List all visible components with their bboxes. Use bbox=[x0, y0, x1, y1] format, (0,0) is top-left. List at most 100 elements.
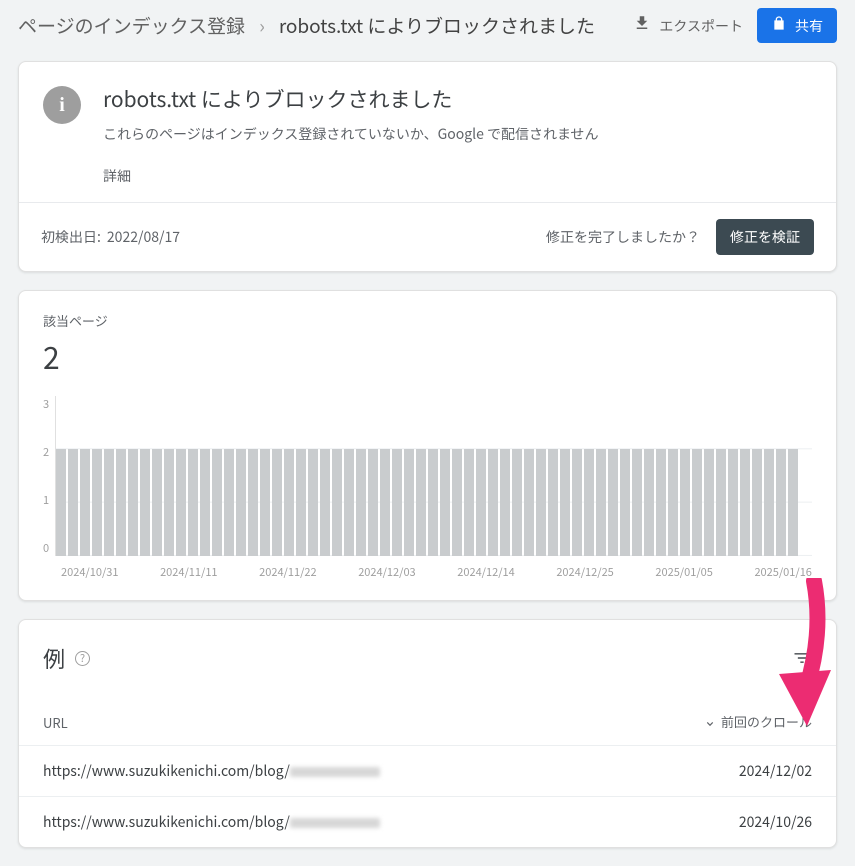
chart-bar bbox=[680, 449, 690, 556]
chart-bar bbox=[716, 449, 726, 556]
x-tick: 2025/01/05 bbox=[655, 564, 712, 580]
status-card: i robots.txt によりブロックされました これらのページはインデックス… bbox=[18, 61, 837, 272]
chart-bar bbox=[536, 449, 546, 556]
chart-bar bbox=[56, 449, 66, 556]
chart-bar bbox=[416, 449, 426, 556]
chart-label: 該当ページ bbox=[43, 311, 812, 330]
chart-bar bbox=[500, 449, 510, 556]
chart-bar bbox=[404, 449, 414, 556]
chart-bar bbox=[272, 449, 282, 556]
chart-bar bbox=[380, 449, 390, 556]
validate-fix-button[interactable]: 修正を検証 bbox=[716, 219, 814, 255]
chart-bar bbox=[668, 449, 678, 556]
chart-bar bbox=[776, 449, 786, 556]
chart-bar bbox=[296, 449, 306, 556]
filter-icon[interactable] bbox=[792, 648, 812, 668]
chart-bar bbox=[656, 449, 666, 556]
chart-bar bbox=[176, 449, 186, 556]
chart-bar bbox=[152, 449, 162, 556]
examples-card: 例 ? URL 前回のクロール https://www.suzukikenich… bbox=[18, 619, 837, 848]
breadcrumb-current: robots.txt によりブロックされました bbox=[279, 12, 595, 39]
y-tick: 3 bbox=[43, 396, 49, 412]
chart-bar bbox=[320, 449, 330, 556]
y-tick: 0 bbox=[43, 540, 49, 556]
row-url: https://www.suzukikenichi.com/blog/ bbox=[43, 812, 662, 832]
chart-bar bbox=[248, 449, 258, 556]
chart-bar bbox=[212, 449, 222, 556]
examples-rows: https://www.suzukikenichi.com/blog/2024/… bbox=[19, 745, 836, 847]
chart-bar bbox=[632, 449, 642, 556]
table-row[interactable]: https://www.suzukikenichi.com/blog/2024/… bbox=[19, 745, 836, 796]
export-button[interactable]: エクスポート bbox=[633, 14, 743, 37]
column-header-last-crawl[interactable]: 前回のクロール bbox=[703, 712, 812, 731]
chart-bar bbox=[308, 449, 318, 556]
chart-bar bbox=[428, 449, 438, 556]
redacted-text bbox=[290, 767, 380, 777]
chart-bar bbox=[692, 449, 702, 556]
chart-bar bbox=[608, 449, 618, 556]
chart-bar bbox=[752, 449, 762, 556]
chart-bar bbox=[224, 449, 234, 556]
x-tick: 2024/12/03 bbox=[358, 564, 415, 580]
lock-icon bbox=[771, 15, 787, 36]
chart-bar bbox=[368, 449, 378, 556]
examples-table-header: URL 前回のクロール bbox=[19, 684, 836, 745]
x-tick: 2025/01/16 bbox=[754, 564, 811, 580]
chart-x-axis: 2024/10/312024/11/112024/11/222024/12/03… bbox=[61, 564, 812, 580]
chart-bar bbox=[188, 449, 198, 556]
info-icon: i bbox=[43, 86, 81, 124]
chart-bar bbox=[764, 449, 774, 556]
chart-bar bbox=[260, 449, 270, 556]
chart-bar bbox=[128, 449, 138, 556]
chart-count: 2 bbox=[43, 334, 812, 378]
bar-chart: 3210 2024/10/312024/11/112024/11/222024/… bbox=[43, 396, 812, 580]
row-last-crawl: 2024/10/26 bbox=[662, 812, 812, 832]
chart-bar bbox=[164, 449, 174, 556]
examples-title: 例 bbox=[43, 642, 65, 674]
download-icon bbox=[633, 14, 651, 37]
chart-bar bbox=[344, 449, 354, 556]
chart-bar bbox=[236, 449, 246, 556]
chart-bar bbox=[68, 449, 78, 556]
chart-bar bbox=[740, 449, 750, 556]
chart-bar bbox=[728, 449, 738, 556]
chart-bar bbox=[572, 449, 582, 556]
chart-bar bbox=[392, 449, 402, 556]
chart-bar bbox=[140, 449, 150, 556]
top-bar: ページのインデックス登録 › robots.txt によりブロックされました エ… bbox=[0, 0, 855, 57]
table-row[interactable]: https://www.suzukikenichi.com/blog/2024/… bbox=[19, 796, 836, 847]
status-subtitle: これらのページはインデックス登録されていないか、Google で配信されません bbox=[103, 124, 812, 144]
chart-bar bbox=[80, 449, 90, 556]
share-label: 共有 bbox=[795, 16, 823, 36]
chart-bar bbox=[104, 449, 114, 556]
chart-bar bbox=[92, 449, 102, 556]
x-tick: 2024/12/14 bbox=[457, 564, 514, 580]
status-title: robots.txt によりブロックされました bbox=[103, 84, 812, 114]
chart-bar bbox=[560, 449, 570, 556]
chart-bar bbox=[332, 449, 342, 556]
chart-bar bbox=[488, 449, 498, 556]
column-header-last-crawl-label: 前回のクロール bbox=[721, 712, 812, 731]
chart-bar bbox=[620, 449, 630, 556]
row-last-crawl: 2024/12/02 bbox=[662, 761, 812, 781]
validation-prompt: 修正を完了しましたか？ bbox=[546, 227, 700, 247]
x-tick: 2024/11/22 bbox=[259, 564, 316, 580]
first-detected-label: 初検出日: bbox=[41, 227, 101, 247]
y-tick: 2 bbox=[43, 444, 49, 460]
chart-bar bbox=[512, 449, 522, 556]
chart-card: 該当ページ 2 3210 2024/10/312024/11/112024/11… bbox=[18, 290, 837, 601]
chart-bar bbox=[788, 449, 798, 556]
chevron-right-icon: › bbox=[259, 12, 265, 39]
breadcrumb: ページのインデックス登録 › robots.txt によりブロックされました bbox=[18, 12, 619, 39]
chart-bar bbox=[464, 449, 474, 556]
chart-y-axis: 3210 bbox=[43, 396, 55, 556]
first-detected-value: 2022/08/17 bbox=[107, 227, 180, 247]
x-tick: 2024/11/11 bbox=[160, 564, 217, 580]
chart-bar bbox=[548, 449, 558, 556]
learn-more-link[interactable]: 詳細 bbox=[103, 166, 131, 186]
chart-bar bbox=[644, 449, 654, 556]
chart-bar bbox=[284, 449, 294, 556]
share-button[interactable]: 共有 bbox=[757, 8, 837, 43]
breadcrumb-parent[interactable]: ページのインデックス登録 bbox=[18, 12, 245, 39]
help-icon[interactable]: ? bbox=[75, 651, 90, 666]
